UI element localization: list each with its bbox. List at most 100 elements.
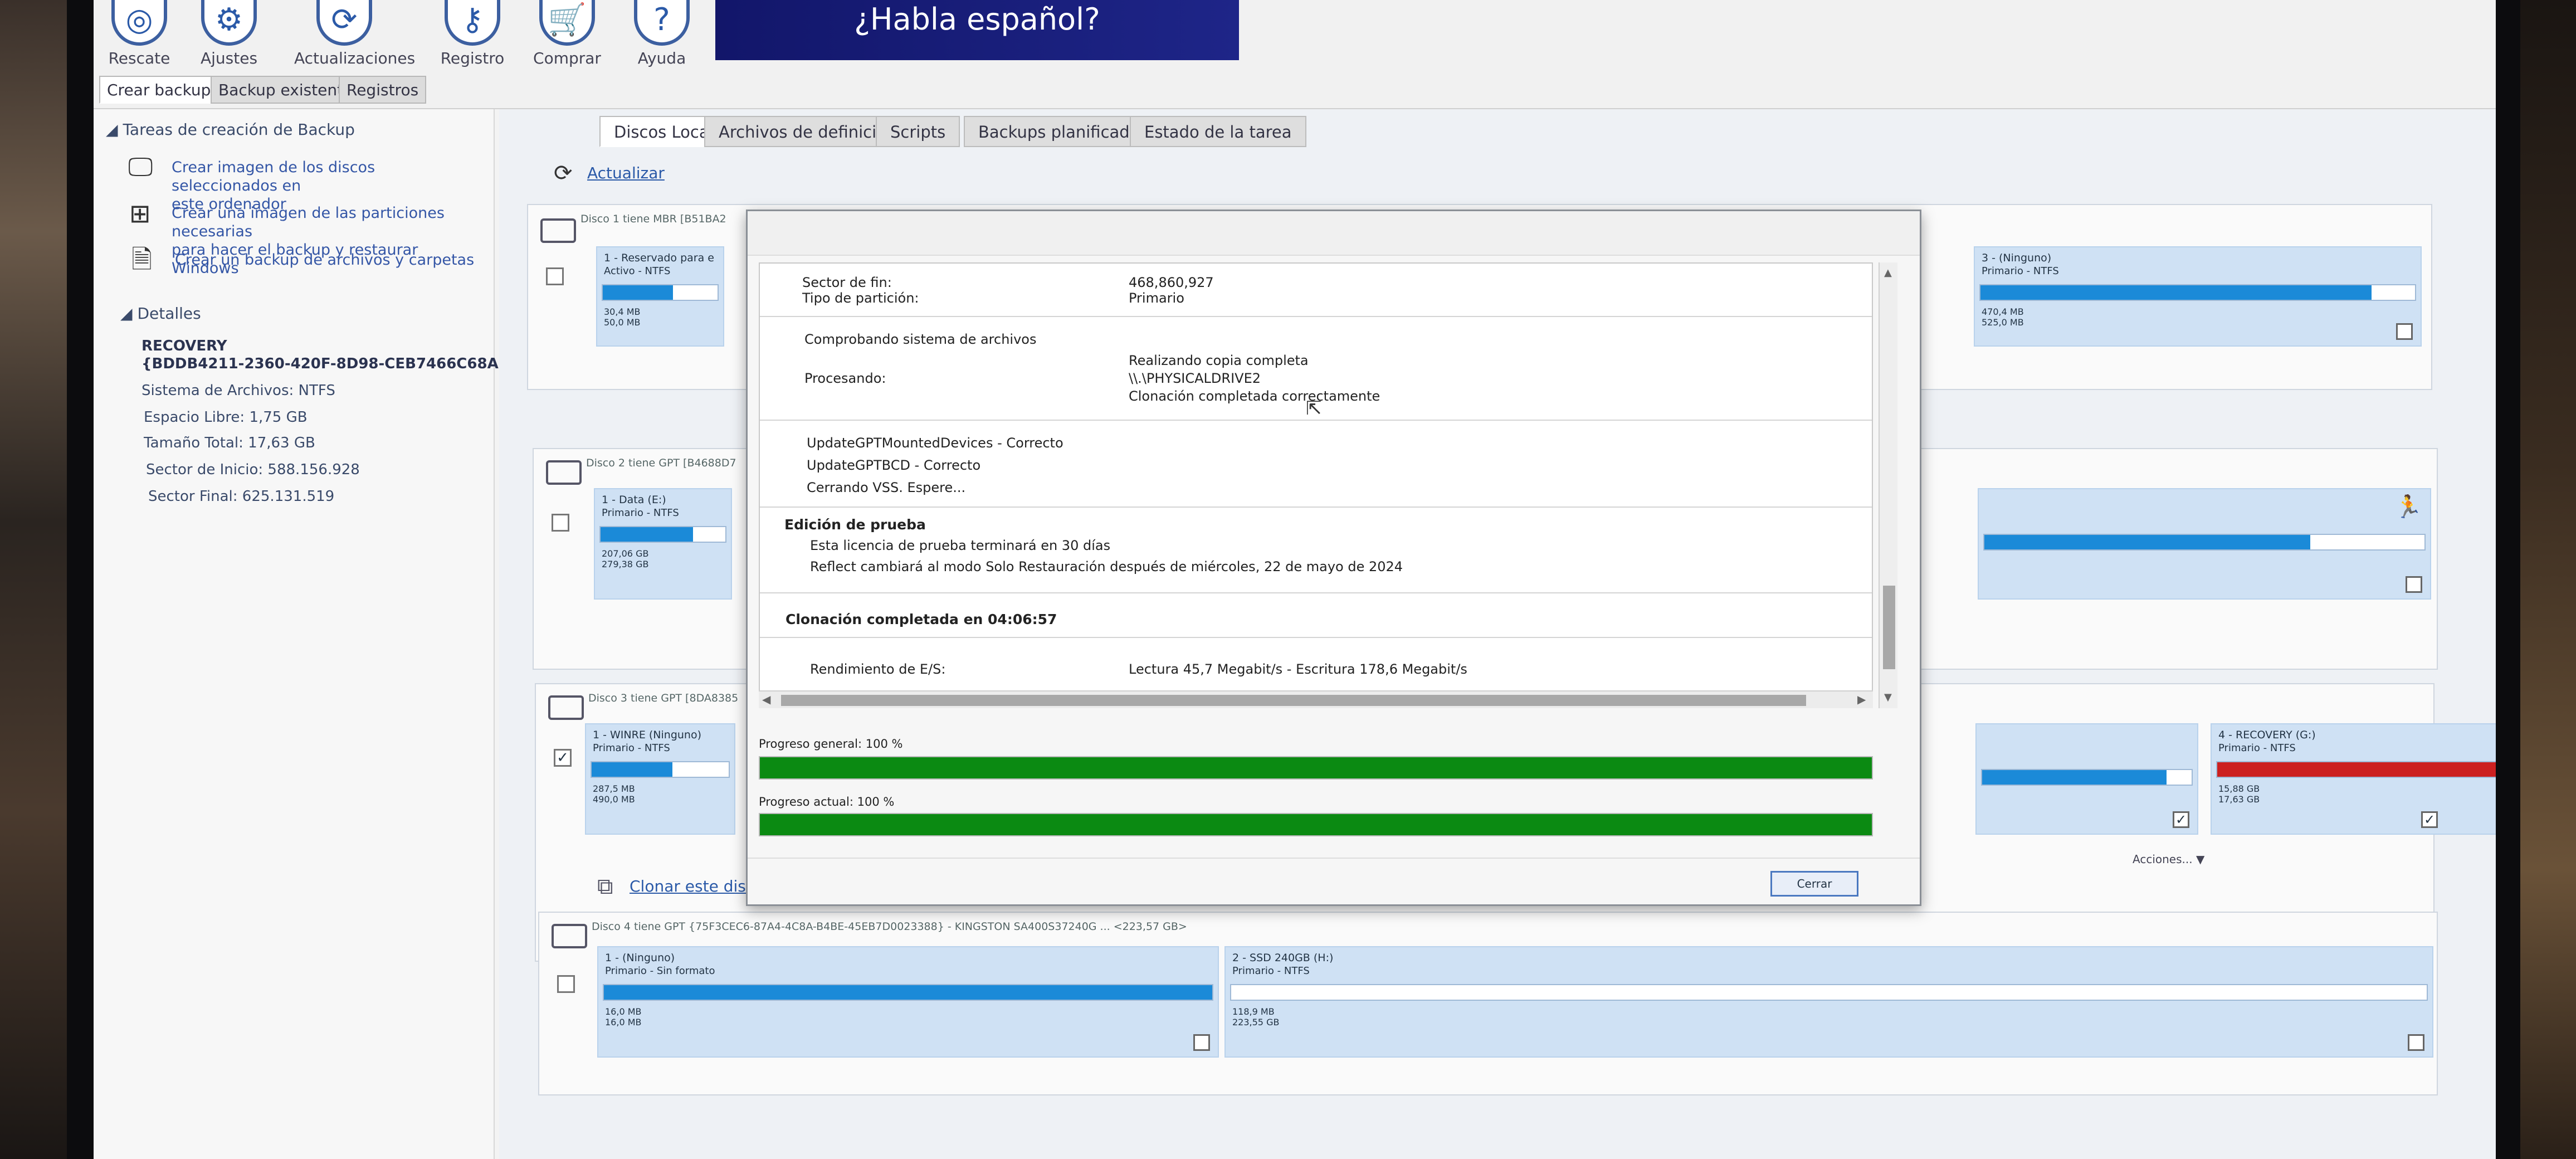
log-gpt-line-3: Cerrando VSS. Espere... — [807, 480, 966, 495]
refresh-icon[interactable]: ⟳ — [554, 160, 573, 186]
partition-checkbox[interactable] — [2408, 1034, 2424, 1051]
actions-dropdown[interactable]: Acciones... ▼ — [2133, 853, 2204, 866]
close-button[interactable]: Cerrar — [1770, 871, 1858, 897]
dialog-footer-separator — [748, 858, 1920, 859]
detail-partition-name: RECOVERY — [142, 338, 227, 354]
help-button[interactable]: ? Ayuda — [628, 0, 695, 67]
log-separator — [760, 507, 1872, 508]
disk-4-partition-1[interactable]: 1 - (Ninguno) Primario - Sin formato 16,… — [597, 946, 1219, 1058]
register-button[interactable]: ⚷ Registro — [433, 0, 511, 67]
log-vertical-scrollbar[interactable]: ▲ ▼ — [1879, 262, 1897, 708]
disk-3-partition-1[interactable]: 1 - WINRE (Ninguno) Primario - NTFS 287,… — [585, 723, 735, 835]
overall-progress-bar — [759, 756, 1873, 780]
language-banner[interactable]: ¿Habla español? — [715, 0, 1239, 60]
disk-4-checkbox[interactable] — [557, 975, 575, 993]
partition-usage-bar — [591, 761, 730, 778]
partition-usage-bar — [1983, 534, 2426, 551]
partition-usage-fill — [604, 985, 1212, 1000]
help-label: Ayuda — [637, 49, 686, 67]
log-end-sector-label: Sector de fin: — [802, 275, 892, 290]
overall-progress-fill — [760, 757, 1872, 778]
detail-start-sector: Sector de Inicio: 588.156.928 — [146, 461, 360, 478]
disk-3-checkbox[interactable]: ✓ — [554, 749, 572, 767]
tasks-header[interactable]: ◢ Tareas de creación de Backup — [106, 120, 355, 139]
tab-logs[interactable]: Registros — [339, 76, 427, 104]
disk-3-partition-3[interactable]: ✓ — [1975, 723, 2198, 835]
partition-checkbox[interactable]: ✓ — [2421, 811, 2438, 828]
scroll-thumb[interactable] — [781, 695, 1806, 706]
settings-button[interactable]: ⚙ Ajustes — [196, 0, 262, 67]
partition-name: 3 - (Ninguno) — [1982, 252, 2052, 264]
tab-task-status[interactable]: Estado de la tarea — [1130, 116, 1306, 147]
disk-1-partition-3[interactable]: 3 - (Ninguno) Primario - NTFS 470,4 MB 52… — [1974, 246, 2422, 347]
rescue-button[interactable]: ◎ Rescate — [106, 0, 173, 67]
cart-icon: 🛒 — [539, 0, 595, 46]
partition-sizes: 287,5 MB 490,0 MB — [593, 783, 635, 805]
partition-fs: Primario - NTFS — [593, 742, 670, 754]
toolbar: ◎ Rescate ⚙ Ajustes ⟳ Actualizaciones ⚷ … — [94, 0, 2496, 109]
log-horizontal-scrollbar[interactable]: ◀ ▶ — [759, 690, 1873, 708]
partition-usage-bar — [602, 284, 719, 301]
log-clone-done: Clonación completada en 04:06:57 — [786, 611, 1057, 627]
windows-icon: ⊞ — [129, 198, 151, 228]
monitor-bezel-left — [67, 0, 95, 1159]
mouse-cursor-icon: ⇱ — [1306, 397, 1322, 420]
partition-checkbox[interactable]: ✓ — [2173, 811, 2189, 828]
disk-1-partition-1[interactable]: 1 - Reservado para e Activo - NTFS 30,4 … — [596, 246, 724, 347]
task-file-backup[interactable]: Crear un backup de archivos y carpetas — [175, 251, 487, 269]
scroll-thumb[interactable] — [1883, 586, 1895, 669]
disk-1-title: Disco 1 tiene MBR [B51BA2 — [580, 213, 726, 225]
scroll-up-icon[interactable]: ▲ — [1884, 267, 1892, 279]
partition-usage-bar — [599, 526, 726, 543]
log-separator — [760, 637, 1872, 638]
log-processing-line-1: Realizando copia completa — [1129, 353, 1309, 368]
log-processing-label: Procesando: — [804, 371, 886, 386]
disk-4-panel: Disco 4 tiene GPT {75F3CEC6-87A4-4C8A-B4… — [538, 912, 2438, 1095]
disk-2-partition-1[interactable]: 1 - Data (E:) Primario - NTFS 207,06 GB 2… — [594, 488, 732, 600]
collapse-arrow-icon: ◢ — [120, 304, 138, 323]
current-progress-fill — [760, 814, 1872, 835]
tab-create-backup[interactable]: Crear backup — [99, 76, 219, 104]
update-icon: ⟳ — [316, 0, 372, 46]
rescue-label: Rescate — [108, 49, 170, 67]
partition-checkbox[interactable] — [1193, 1034, 1210, 1051]
disk-4-title: Disco 4 tiene GPT {75F3CEC6-87A4-4C8A-B4… — [592, 921, 1187, 933]
overall-progress-label: Progreso general: 100 % — [759, 737, 903, 751]
partition-name: 1 - Reservado para e — [604, 252, 714, 264]
scroll-right-icon[interactable]: ▶ — [1857, 693, 1866, 706]
disk-2-partition-1-right[interactable]: 🏃 — [1978, 488, 2431, 600]
partition-sizes: 30,4 MB 50,0 MB — [604, 306, 641, 328]
disk-icon — [540, 218, 576, 243]
disk-3-partition-4[interactable]: 4 - RECOVERY (G:) Primario - NTFS 15,88 … — [2211, 723, 2496, 835]
clone-progress-dialog: Sector de fin: 468,860,927 Tipo de parti… — [746, 210, 1921, 906]
partition-sizes: 207,06 GB 279,38 GB — [602, 548, 649, 569]
refresh-link[interactable]: Actualizar — [587, 164, 665, 182]
tab-existing-backup[interactable]: Backup existente — [211, 76, 361, 104]
monitor-bezel-right — [2496, 0, 2520, 1159]
buy-button[interactable]: 🛒 Comprar — [528, 0, 606, 67]
photo-background-left — [0, 0, 72, 1159]
partition-usage-bar — [1979, 284, 2416, 301]
collapse-arrow-icon: ◢ — [106, 120, 123, 139]
scroll-left-icon[interactable]: ◀ — [762, 693, 770, 706]
tab-scripts[interactable]: Scripts — [876, 116, 960, 147]
task-image-windows-line1: Crear una imagen de las particiones nece… — [172, 204, 445, 240]
disk-4-partition-2[interactable]: 2 - SSD 240GB (H:) Primario - NTFS 118,9… — [1224, 946, 2433, 1058]
partition-usage-bar — [1981, 769, 2193, 786]
gear-icon: ⚙ — [201, 0, 257, 46]
log-partition-type-value: Primario — [1129, 290, 1184, 306]
partition-checkbox[interactable] — [2396, 323, 2413, 340]
partition-usage-fill — [592, 762, 673, 777]
disk-2-checkbox[interactable] — [552, 514, 569, 532]
scroll-down-icon[interactable]: ▼ — [1884, 691, 1892, 703]
disk-3-title: Disco 3 tiene GPT [8DA8385 — [588, 692, 739, 704]
updates-button[interactable]: ⟳ Actualizaciones — [294, 0, 415, 67]
file-icon: 🗎 — [131, 244, 152, 274]
partition-checkbox[interactable] — [2406, 576, 2422, 593]
buy-label: Comprar — [533, 49, 601, 67]
details-header[interactable]: ◢ Detalles — [120, 304, 201, 323]
disk-1-checkbox[interactable] — [546, 267, 564, 285]
partition-usage-fill — [1982, 770, 2167, 785]
log-io-label: Rendimiento de E/S: — [810, 661, 946, 677]
partition-sizes: 470,4 MB 525,0 MB — [1982, 306, 2024, 328]
